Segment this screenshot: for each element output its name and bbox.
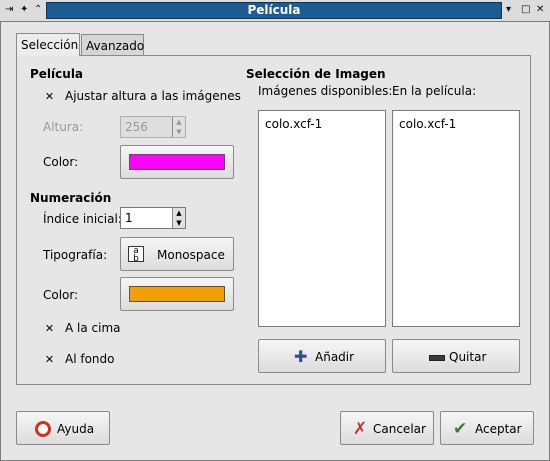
height-spinbox[interactable]: 256 ▲ ▼ <box>120 116 186 138</box>
check-icon: ✔ <box>453 419 468 439</box>
remove-button[interactable]: Quitar <box>392 339 520 373</box>
start-index-label: Índice inicial: <box>43 212 122 226</box>
fit-height-checkbox[interactable]: ✕ <box>44 91 55 102</box>
font-label: Tipografía: <box>43 248 108 262</box>
lifebuoy-icon <box>35 421 51 437</box>
at-bottom-checkbox[interactable]: ✕ <box>44 354 55 365</box>
at-bottom-label: Al fondo <box>65 352 115 366</box>
remove-label: Quitar <box>449 350 487 364</box>
height-value: 256 <box>125 120 148 134</box>
image-selection-heading: Selección de Imagen <box>246 67 386 81</box>
font-icon: ab <box>128 246 144 264</box>
window-title: Película <box>46 2 502 19</box>
window-menu-icon[interactable]: ⇥ <box>5 3 13 17</box>
film-images-list[interactable]: colo.xcf-1 <box>392 110 520 327</box>
ok-button[interactable]: ✔ Aceptar <box>440 411 534 445</box>
minimize-icon[interactable]: ▾ <box>506 3 511 17</box>
in-film-label: En la película: <box>392 84 477 98</box>
spin-up-icon[interactable]: ▲ <box>172 208 185 218</box>
height-label: Altura: <box>43 120 84 134</box>
film-color-button[interactable] <box>120 145 234 179</box>
start-index-spinbox[interactable]: 1 ▲ ▼ <box>120 207 186 229</box>
title-bar: ⇥ ✦ ⌃ Película ▾ □ ✕ <box>0 0 550 21</box>
at-top-checkbox[interactable]: ✕ <box>44 323 55 334</box>
tab-seleccion[interactable]: Selección <box>16 33 80 56</box>
numbering-color-button[interactable] <box>120 277 234 311</box>
add-label: Añadir <box>315 350 355 364</box>
list-item[interactable]: colo.xcf-1 <box>265 117 322 131</box>
film-color-label: Color: <box>43 155 79 169</box>
available-images-label: Imágenes disponibles: <box>258 84 393 98</box>
close-icon[interactable]: ✕ <box>536 3 544 17</box>
film-heading: Película <box>30 67 84 81</box>
add-button[interactable]: ✚ Añadir <box>258 339 386 373</box>
cancel-icon: ✗ <box>353 419 368 439</box>
spin-down-icon[interactable]: ▼ <box>172 218 185 228</box>
list-item[interactable]: colo.xcf-1 <box>399 117 456 131</box>
font-value: Monospace <box>157 248 225 262</box>
cancel-button[interactable]: ✗ Cancelar <box>340 411 434 445</box>
available-images-list[interactable]: colo.xcf-1 <box>258 110 386 327</box>
numbering-color-label: Color: <box>43 288 79 302</box>
at-top-label: A la cima <box>65 321 121 335</box>
tab-avanzado[interactable]: Avanzado <box>81 34 144 56</box>
ok-label: Aceptar <box>475 422 522 436</box>
spin-down-icon[interactable]: ▼ <box>172 127 185 137</box>
font-button[interactable]: ab Monospace <box>120 237 234 271</box>
film-color-swatch <box>129 154 225 170</box>
plus-icon: ✚ <box>294 347 308 366</box>
maximize-icon[interactable]: □ <box>521 3 530 17</box>
help-label: Ayuda <box>57 422 95 436</box>
shade-icon[interactable]: ⌃ <box>34 3 42 17</box>
spin-up-icon[interactable]: ▲ <box>172 117 185 127</box>
help-button[interactable]: Ayuda <box>16 411 110 445</box>
tab-label: Avanzado <box>86 39 145 53</box>
minus-icon <box>429 355 445 361</box>
tab-label: Selección <box>21 38 79 52</box>
fit-height-label: Ajustar altura a las imágenes <box>65 89 241 103</box>
cancel-label: Cancelar <box>373 422 426 436</box>
start-index-value: 1 <box>125 211 133 225</box>
pin-icon[interactable]: ✦ <box>20 3 28 17</box>
numbering-heading: Numeración <box>30 191 112 205</box>
numbering-color-swatch <box>129 286 225 302</box>
